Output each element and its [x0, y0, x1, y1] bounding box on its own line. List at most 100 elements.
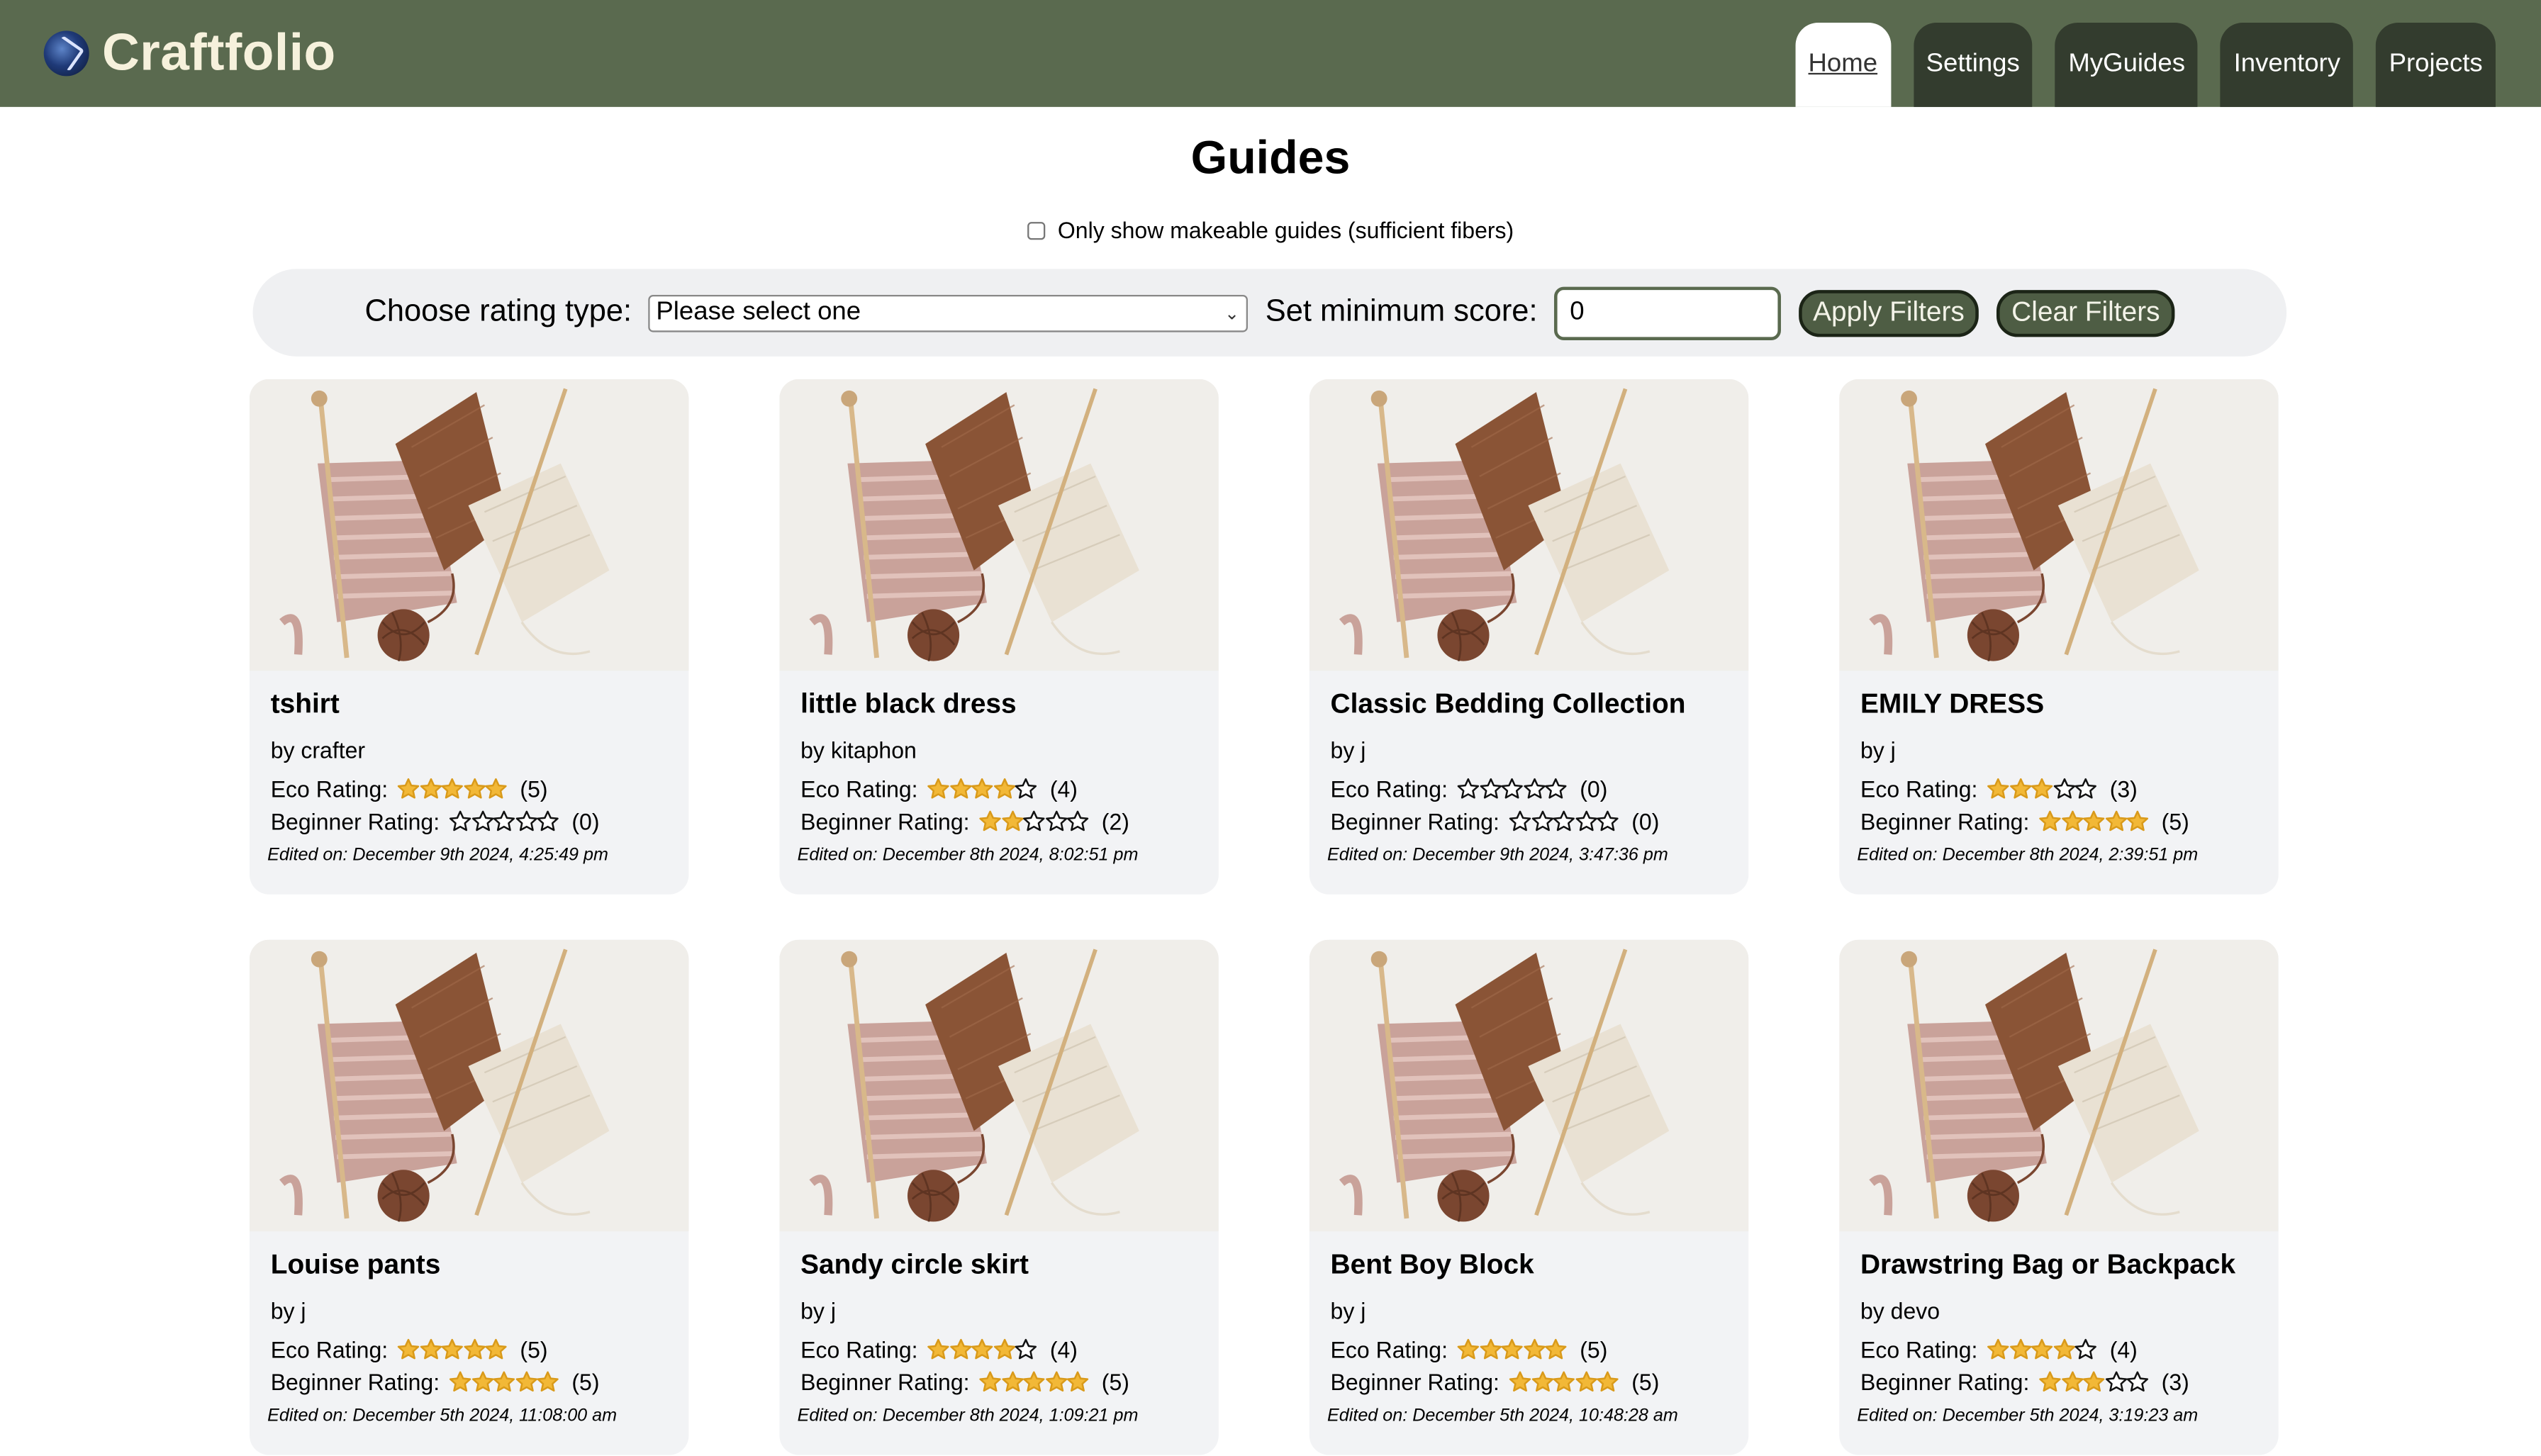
- beginner-rating-stars: [449, 1371, 559, 1394]
- star-filled-icon: [2009, 778, 2032, 799]
- star-empty-icon: [1480, 778, 1502, 799]
- beginner-rating-stars: [2039, 810, 2149, 833]
- eco-rating-count: (5): [520, 1336, 548, 1363]
- beginner-rating-stars: [1509, 810, 1619, 833]
- clear-filters-button[interactable]: Clear Filters: [1996, 289, 2175, 337]
- star-empty-icon: [1545, 778, 1568, 799]
- guide-card-body: Louise pants by j Eco Rating: (5) Beginner R…: [250, 1249, 688, 1426]
- star-empty-icon: [2105, 1371, 2127, 1392]
- beginner-rating-row: Beginner Rating: (0): [271, 805, 668, 838]
- star-filled-icon: [2039, 810, 2062, 831]
- guide-card[interactable]: tshirt by crafter Eco Rating: (5) Beginner R…: [249, 379, 689, 895]
- eco-rating-row: Eco Rating: (4): [800, 1333, 1197, 1366]
- makeable-checkbox[interactable]: [1027, 222, 1045, 240]
- guide-card[interactable]: little black dress by kitaphon Eco Rating:…: [779, 379, 1219, 895]
- guide-card[interactable]: Sandy circle skirt by j Eco Rating: (4) Begi…: [779, 939, 1219, 1455]
- beginner-rating-row: Beginner Rating: (5): [1860, 805, 2257, 838]
- guide-thumbnail-image: [249, 379, 689, 671]
- eco-rating-count: (5): [520, 775, 548, 802]
- guide-title[interactable]: Drawstring Bag or Backpack: [1860, 1249, 2257, 1282]
- eco-rating-label: Eco Rating:: [270, 1336, 389, 1363]
- star-filled-icon: [471, 1371, 493, 1392]
- guide-thumbnail-image: [1839, 939, 2279, 1232]
- guide-title[interactable]: Louise pants: [271, 1249, 668, 1282]
- star-empty-icon: [1015, 778, 1037, 799]
- star-filled-icon: [420, 778, 442, 799]
- star-filled-icon: [980, 1371, 1002, 1392]
- beginner-rating-stars: [979, 810, 1089, 833]
- tab-projects[interactable]: Projects: [2376, 22, 2496, 107]
- eco-rating-count: (3): [2109, 775, 2138, 802]
- star-filled-icon: [486, 1338, 508, 1360]
- rating-type-label: Choose rating type:: [364, 294, 632, 329]
- eco-rating-label: Eco Rating:: [1330, 1336, 1448, 1363]
- guide-title[interactable]: little black dress: [800, 688, 1197, 721]
- eco-rating-label: Eco Rating:: [800, 775, 918, 802]
- guide-card-body: Sandy circle skirt by j Eco Rating: (4) Begi…: [779, 1249, 1218, 1426]
- eco-rating-label: Eco Rating:: [1860, 775, 1978, 802]
- star-filled-icon: [928, 1338, 950, 1360]
- star-filled-icon: [493, 1371, 515, 1392]
- beginner-rating-row: Beginner Rating: (3): [1860, 1366, 2257, 1399]
- star-filled-icon: [1553, 1371, 1575, 1392]
- eco-rating-stars: [1458, 778, 1568, 800]
- star-filled-icon: [2053, 1338, 2075, 1360]
- min-score-input[interactable]: [1553, 286, 1781, 340]
- star-empty-icon: [1015, 1338, 1037, 1360]
- guide-card[interactable]: Drawstring Bag or Backpack by devo Eco Rat…: [1839, 939, 2279, 1455]
- tab-myguides[interactable]: MyGuides: [2055, 22, 2199, 107]
- brand[interactable]: Craftfolio: [43, 22, 336, 83]
- guide-author: by crafter: [270, 737, 366, 763]
- beginner-rating-count: (5): [2161, 808, 2189, 835]
- guide-card[interactable]: Bent Boy Block by j Eco Rating: (5) Beginner…: [1309, 939, 1749, 1455]
- eco-rating-stars: [927, 1338, 1037, 1361]
- beginner-rating-label: Beginner Rating:: [1330, 808, 1500, 835]
- star-empty-icon: [2053, 778, 2075, 799]
- star-empty-icon: [471, 810, 493, 831]
- star-empty-icon: [1067, 810, 1089, 831]
- star-filled-icon: [515, 1371, 537, 1392]
- makeable-label: Only show makeable guides (sufficient fi…: [1057, 217, 1514, 243]
- tab-inventory[interactable]: Inventory: [2221, 22, 2354, 107]
- star-filled-icon: [1001, 1371, 1024, 1392]
- eco-rating-row: Eco Rating: (5): [271, 1333, 668, 1366]
- star-empty-icon: [1023, 810, 1046, 831]
- guide-card[interactable]: EMILY DRESS by j Eco Rating: (3) Beginner Ra…: [1839, 379, 2279, 895]
- guide-card[interactable]: Louise pants by j Eco Rating: (5) Beginner R…: [249, 939, 689, 1455]
- guide-thumbnail-image: [779, 379, 1219, 671]
- tab-settings[interactable]: Settings: [1913, 22, 2033, 107]
- star-empty-icon: [1524, 778, 1546, 799]
- star-empty-icon: [1458, 778, 1480, 799]
- star-filled-icon: [486, 778, 508, 799]
- guide-title[interactable]: EMILY DRESS: [1860, 688, 2257, 721]
- brand-title: Craftfolio: [101, 22, 336, 82]
- eco-rating-count: (5): [1580, 1336, 1608, 1363]
- star-filled-icon: [449, 1371, 472, 1392]
- guide-card-body: Bent Boy Block by j Eco Rating: (5) Beginner…: [1309, 1249, 1748, 1426]
- star-filled-icon: [420, 1338, 442, 1360]
- guide-title[interactable]: Classic Bedding Collection: [1331, 688, 1728, 721]
- star-filled-icon: [993, 778, 1016, 799]
- apply-filters-button[interactable]: Apply Filters: [1798, 289, 1979, 337]
- star-empty-icon: [537, 810, 559, 831]
- beginner-rating-label: Beginner Rating:: [270, 1369, 440, 1395]
- guide-card-body: little black dress by kitaphon Eco Rating:…: [779, 688, 1218, 865]
- star-empty-icon: [1509, 810, 1531, 831]
- rating-type-select[interactable]: Please select one ⌄: [647, 293, 1248, 332]
- guide-title[interactable]: Sandy circle skirt: [800, 1249, 1197, 1282]
- chevron-down-icon: ⌄: [1224, 303, 1240, 323]
- star-filled-icon: [2083, 1371, 2106, 1392]
- beginner-rating-count: (2): [1101, 808, 1129, 835]
- star-filled-icon: [1480, 1338, 1502, 1360]
- star-filled-icon: [1502, 1338, 1524, 1360]
- star-filled-icon: [1597, 1371, 1619, 1392]
- guide-author: by j: [1860, 737, 1896, 763]
- guide-card[interactable]: Classic Bedding Collection by j Eco Rating…: [1309, 379, 1749, 895]
- beginner-rating-count: (3): [2161, 1369, 2189, 1395]
- tab-home[interactable]: Home: [1795, 22, 1891, 107]
- guide-title[interactable]: Bent Boy Block: [1331, 1249, 1728, 1282]
- guide-title[interactable]: tshirt: [271, 688, 668, 721]
- beginner-rating-row: Beginner Rating: (0): [1331, 805, 1728, 838]
- star-filled-icon: [1509, 1371, 1531, 1392]
- star-filled-icon: [2083, 810, 2106, 831]
